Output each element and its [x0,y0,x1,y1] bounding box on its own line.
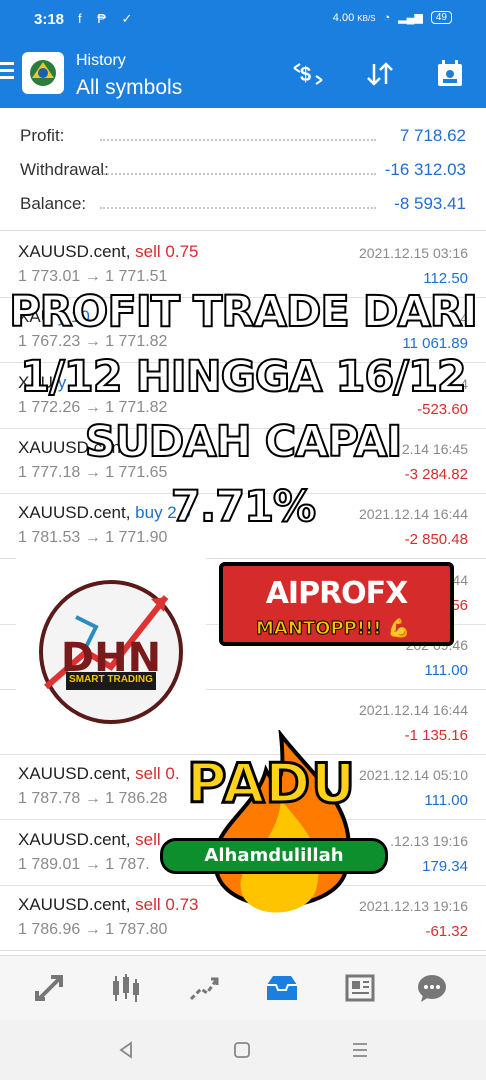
trade-prices: 1 789.01 → 1 787. [18,855,150,873]
trade-symbol: XAUUSD.cent, sell [18,829,161,849]
dhn-logo-sticker: DHN SMART TRADING [16,557,206,747]
trade-profit: -61.32 [425,923,468,940]
trade-prices: 1 786.96 → 1 787.80 [18,921,168,938]
broker-logo-text: AIPROFX [265,576,409,611]
overlay-line-3: SUDAH CAPAI [84,416,404,468]
overlay-line-2: 1/12 HINGGA 16/12 [19,351,468,403]
flexed-bicep-icon: 💪 [387,618,411,639]
menu-icon[interactable] [0,62,16,82]
trade-side: sell 0.75 [135,242,199,261]
trade-prices: 1 787.78 → 1 786.28 [18,790,168,808]
recent-apps-icon[interactable] [348,1038,372,1062]
app-bar: History All symbols $ [0,40,486,108]
status-bar: 3:18 f ₱ ✓ 4.00 KB/S ◔ ▂▄▆ 49 [0,0,486,40]
calendar-icon[interactable] [430,56,470,92]
summary-withdrawal: Withdrawal: -16 312.03 [20,160,466,179]
trade-symbol: XAUUSD.cent, sell 0. [18,764,180,784]
signal-icon: ▂▄▆ [398,12,423,24]
back-icon[interactable] [114,1038,138,1062]
battery-icon: 49 [430,11,452,24]
status-time: 3:18 [34,11,65,28]
bottom-navigation [0,955,486,1021]
overlay-line-1: PROFIT TRADE DARI [8,286,479,338]
trade-symbol: XAUUSD.cent, sell 0.75 [18,242,199,261]
notification-icons: f ₱ ✓ [78,11,139,26]
trade-profit: -1 135.16 [404,727,468,745]
mantop-sticker: MANTOPP!!! 💪 [256,618,411,640]
summary-balance: Balance: -8 593.41 [20,194,466,213]
trade-date: 2021.12.15 03:16 [359,245,468,261]
home-icon[interactable] [230,1038,254,1062]
padu-text: PADU [185,751,357,817]
history-tab-icon[interactable] [262,970,302,1006]
alhamdulillah-badge: Alhamdulillah [160,838,388,874]
overlay-line-4: 7.71% [170,481,317,533]
sort-icon[interactable] [360,56,400,92]
trade-date: .12.13 19:16 [390,832,468,849]
divider [0,230,486,231]
status-right: 4.00 KB/S ◔ ▂▄▆ 49 [333,11,452,24]
page-title: All symbols [76,76,183,99]
trade-profit: 111.00 [424,792,468,810]
trade-side: sell [135,829,161,849]
wifi-icon: ◔ [383,11,391,24]
speed-value: 4.00 KB/S [332,11,376,24]
summary-panel: Profit: 7 718.62 Withdrawal: -16 312.03 … [0,118,486,220]
app-subtitle: History [76,52,126,69]
system-navigation [0,1020,486,1080]
app-logo [22,52,64,94]
quotes-tab-icon[interactable] [30,970,70,1006]
trade-date: 2021.12.14 16:44 [359,702,468,719]
trade-profit: 179.34 [422,857,468,875]
news-tab-icon[interactable] [340,970,380,1006]
chart-tab-icon[interactable] [106,970,146,1006]
trade-tab-icon[interactable] [184,970,224,1006]
svg-text:$: $ [300,64,311,86]
chat-tab-icon[interactable] [412,970,452,1006]
summary-profit: Profit: 7 718.62 [20,126,466,145]
currency-swap-icon[interactable]: $ [288,56,328,92]
dhn-tagline: SMART TRADING [69,674,153,685]
trade-date: 44 [452,571,468,588]
trade-profit: 111.00 [424,661,468,679]
